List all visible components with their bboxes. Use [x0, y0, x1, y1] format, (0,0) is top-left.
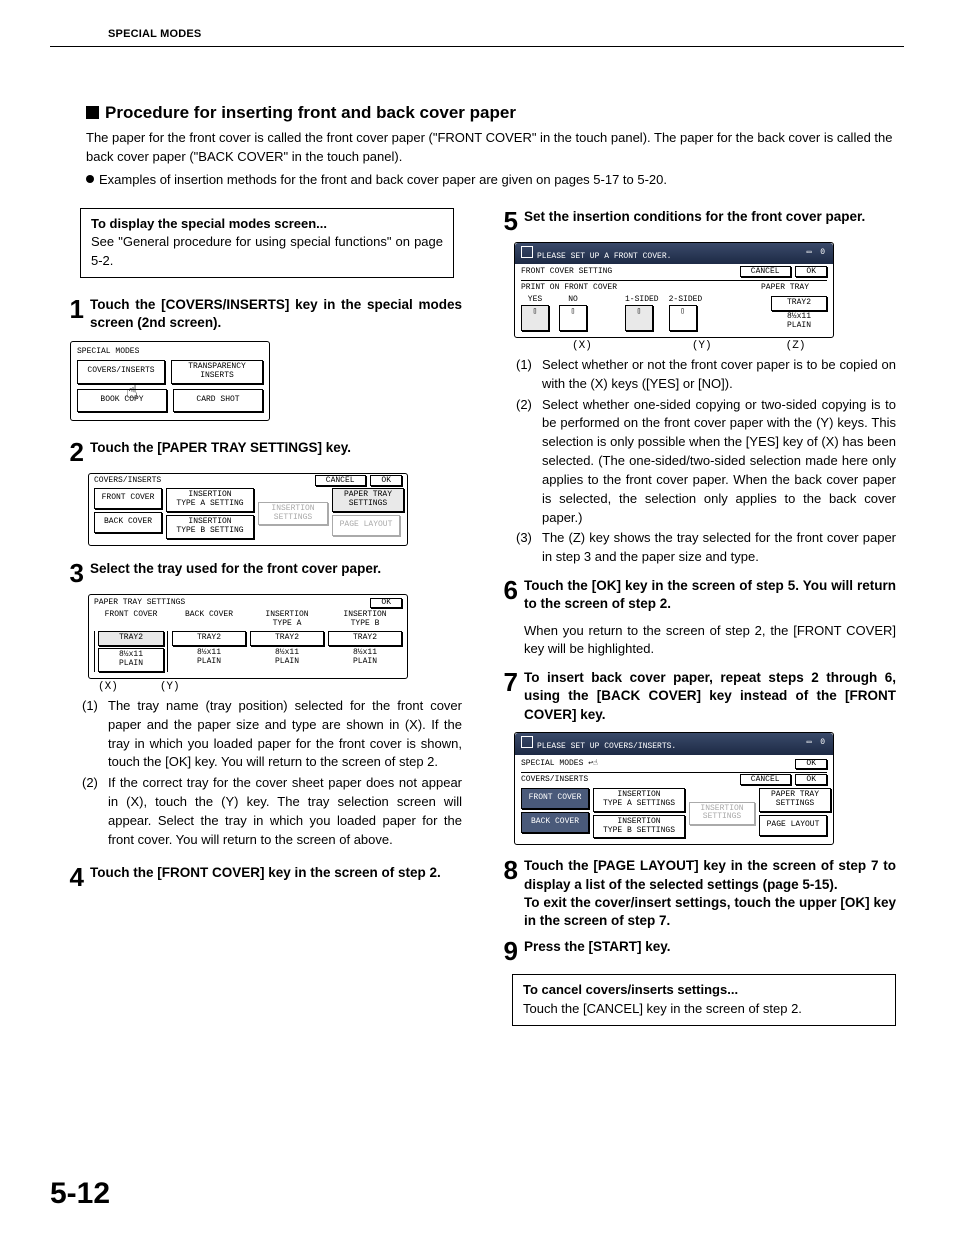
- step3-sub2: (2)If the correct tray for the cover she…: [82, 774, 462, 849]
- insertion-b-button[interactable]: INSERTION TYPE B SETTINGS: [593, 815, 685, 839]
- mock-special-modes: SPECIAL MODES COVERS/INSERTS TRANSPARENC…: [70, 341, 270, 421]
- step-5: 5 Set the insertion conditions for the f…: [492, 208, 896, 234]
- covers-inserts-button[interactable]: COVERS/INSERTS: [77, 360, 165, 384]
- paper-tray-settings-button[interactable]: PAPER TRAY SETTINGS: [332, 488, 404, 512]
- step-1: 1 Touch the [COVERS/INSERTS] key in the …: [58, 296, 462, 332]
- note-cancel: To cancel covers/inserts settings... Tou…: [512, 974, 896, 1026]
- finger-icon: ☝: [126, 383, 138, 405]
- back-cover-button[interactable]: BACK COVER: [521, 812, 589, 833]
- step3-sub1: (1)The tray name (tray position) selecte…: [82, 697, 462, 772]
- page-number: 5-12: [50, 1177, 110, 1211]
- header-rule: [50, 46, 904, 47]
- copy-icon: [521, 736, 533, 748]
- card-shot-button[interactable]: CARD SHOT: [173, 389, 263, 412]
- mock-covers-inserts-2: PLEASE SET UP COVERS/INSERTS.▭ 0 SPECIAL…: [514, 732, 834, 846]
- step-6: 6 Touch the [OK] key in the screen of st…: [492, 577, 896, 613]
- content: Procedure for inserting front and back c…: [50, 53, 904, 1026]
- tray-button[interactable]: TRAY2: [172, 631, 246, 646]
- ok-button[interactable]: OK: [370, 475, 402, 486]
- cancel-button[interactable]: CANCEL: [315, 475, 366, 486]
- page-layout-button[interactable]: PAGE LAYOUT: [332, 515, 400, 536]
- step5-sub1: (1)Select whether or not the front cover…: [516, 356, 896, 394]
- ok-button[interactable]: OK: [795, 266, 827, 277]
- running-header: SPECIAL MODES: [108, 28, 904, 40]
- ok-button[interactable]: OK: [795, 774, 827, 785]
- intro-paragraph: The paper for the front cover is called …: [86, 129, 896, 167]
- tray-button[interactable]: TRAY2: [250, 631, 324, 646]
- note-display-special-modes: To display the special modes screen... S…: [80, 208, 454, 279]
- front-cover-button[interactable]: FRONT COVER: [521, 788, 589, 809]
- step5-sub3: (3)The (Z) key shows the tray selected f…: [516, 529, 896, 567]
- no-button[interactable]: ▯: [559, 305, 587, 331]
- step-4: 4 Touch the [FRONT COVER] key in the scr…: [58, 864, 462, 890]
- step-9: 9 Press the [START] key.: [492, 938, 896, 964]
- left-column: To display the special modes screen... S…: [58, 208, 462, 1026]
- step5-sub2: (2)Select whether one-sided copying or t…: [516, 396, 896, 528]
- ok-button[interactable]: OK: [370, 598, 402, 609]
- back-cover-button[interactable]: BACK COVER: [94, 512, 162, 533]
- copy-icon: [521, 246, 533, 258]
- cancel-button[interactable]: CANCEL: [740, 266, 791, 277]
- two-columns: To display the special modes screen... S…: [58, 208, 896, 1026]
- insertion-a-button[interactable]: INSERTION TYPE A SETTINGS: [593, 788, 685, 812]
- two-sided-button[interactable]: ▯: [669, 305, 697, 331]
- right-column: 5 Set the insertion conditions for the f…: [492, 208, 896, 1026]
- section-title: Procedure for inserting front and back c…: [86, 103, 896, 123]
- step-2: 2 Touch the [PAPER TRAY SETTINGS] key.: [58, 439, 462, 465]
- ok-button[interactable]: OK: [795, 759, 827, 770]
- one-sided-button[interactable]: ▯: [625, 305, 653, 331]
- page: SPECIAL MODES Procedure for inserting fr…: [0, 0, 954, 1235]
- insertion-b-button[interactable]: INSERTION TYPE B SETTING: [166, 515, 254, 539]
- step6-body: When you return to the screen of step 2,…: [524, 622, 896, 660]
- step-8: 8 Touch the [PAGE LAYOUT] key in the scr…: [492, 857, 896, 930]
- mock-covers-inserts: COVERS/INSERTS CANCEL OK FRONT COVER BAC…: [88, 473, 408, 546]
- page-layout-button[interactable]: PAGE LAYOUT: [759, 815, 827, 836]
- note-title: To display the special modes screen...: [91, 216, 327, 231]
- yes-button[interactable]: ▯: [521, 305, 549, 331]
- note-body: See "General procedure for using special…: [91, 234, 443, 268]
- step-7: 7 To insert back cover paper, repeat ste…: [492, 669, 896, 724]
- note-body: Touch the [CANCEL] key in the screen of …: [523, 1001, 802, 1016]
- front-cover-button[interactable]: FRONT COVER: [94, 488, 162, 509]
- tray-button[interactable]: TRAY2: [771, 296, 827, 311]
- tray-button[interactable]: TRAY2: [98, 631, 164, 646]
- paper-tray-settings-button[interactable]: PAPER TRAY SETTINGS: [759, 788, 831, 812]
- note-title: To cancel covers/inserts settings...: [523, 982, 738, 997]
- intro-bullet: Examples of insertion methods for the fr…: [86, 171, 896, 190]
- mock-front-cover-setting: PLEASE SET UP A FRONT COVER.▭ 0 FRONT CO…: [514, 242, 834, 352]
- return-icon[interactable]: ↩☝: [588, 759, 598, 768]
- book-copy-button[interactable]: BOOK COPY: [77, 389, 167, 412]
- mock-paper-tray: PAPER TRAY SETTINGS OK FRONT COVERTRAY28…: [88, 594, 408, 693]
- tray-button[interactable]: TRAY2: [328, 631, 402, 646]
- step-3: 3 Select the tray used for the front cov…: [58, 560, 462, 586]
- insertion-settings-button[interactable]: INSERTION SETTINGS: [689, 802, 755, 826]
- section-title-text: Procedure for inserting front and back c…: [105, 103, 516, 122]
- cancel-button[interactable]: CANCEL: [740, 774, 791, 785]
- dot-icon: [86, 175, 94, 183]
- square-bullet-icon: [86, 106, 99, 119]
- insertion-settings-button[interactable]: INSERTION SETTINGS: [258, 502, 328, 526]
- insertion-a-button[interactable]: INSERTION TYPE A SETTING: [166, 488, 254, 512]
- transparency-inserts-button[interactable]: TRANSPARENCY INSERTS: [171, 360, 263, 384]
